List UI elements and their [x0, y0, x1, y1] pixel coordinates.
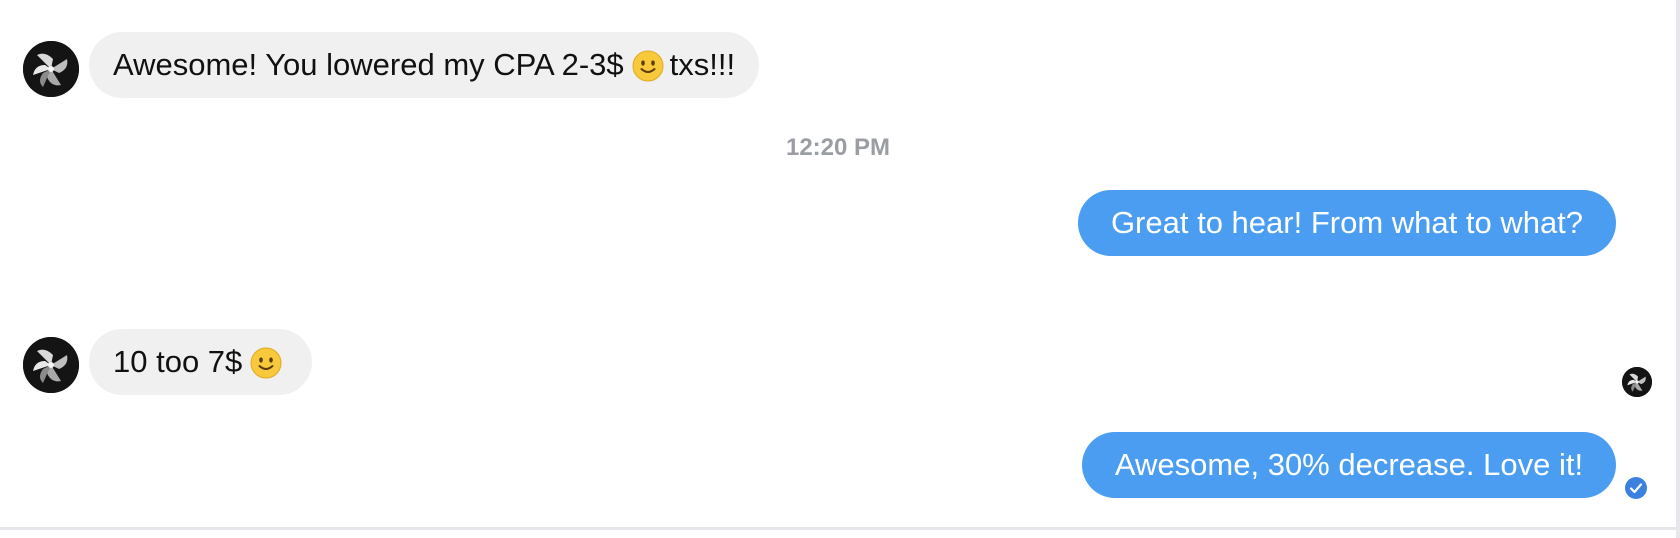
message-text-suffix: txs!!! — [669, 47, 736, 82]
incoming-message-bubble[interactable]: Awesome! You lowered my CPA 2-3$ txs!!! — [89, 32, 760, 98]
contact-avatar-icon[interactable] — [23, 337, 79, 393]
bottom-divider — [0, 527, 1676, 530]
outgoing-message-bubble[interactable]: Great to hear! From what to what? — [1078, 190, 1616, 256]
outgoing-message-bubble[interactable]: Awesome, 30% decrease. Love it! — [1082, 432, 1616, 498]
slightly-smiling-face-emoji — [250, 347, 282, 379]
message-text: Great to hear! From what to what? — [1110, 205, 1584, 240]
slightly-smiling-face-emoji — [632, 50, 664, 82]
message-text: Awesome, 30% decrease. Love it! — [1114, 447, 1584, 482]
message-text: Awesome! You lowered my CPA 2-3$ — [113, 47, 624, 82]
delivered-check-icon — [1625, 477, 1647, 499]
scrollbar-track[interactable] — [1676, 0, 1680, 538]
contact-avatar-icon[interactable] — [23, 41, 79, 97]
incoming-message-bubble[interactable]: 10 too 7$ — [89, 329, 313, 395]
message-timestamp: 12:20 PM — [785, 134, 891, 161]
message-thread[interactable]: Awesome! You lowered my CPA 2-3$ txs!!! … — [0, 0, 1676, 530]
chat-window: Awesome! You lowered my CPA 2-3$ txs!!! … — [0, 0, 1680, 538]
seen-avatar-icon — [1622, 367, 1652, 397]
message-text: 10 too 7$ — [113, 344, 243, 379]
